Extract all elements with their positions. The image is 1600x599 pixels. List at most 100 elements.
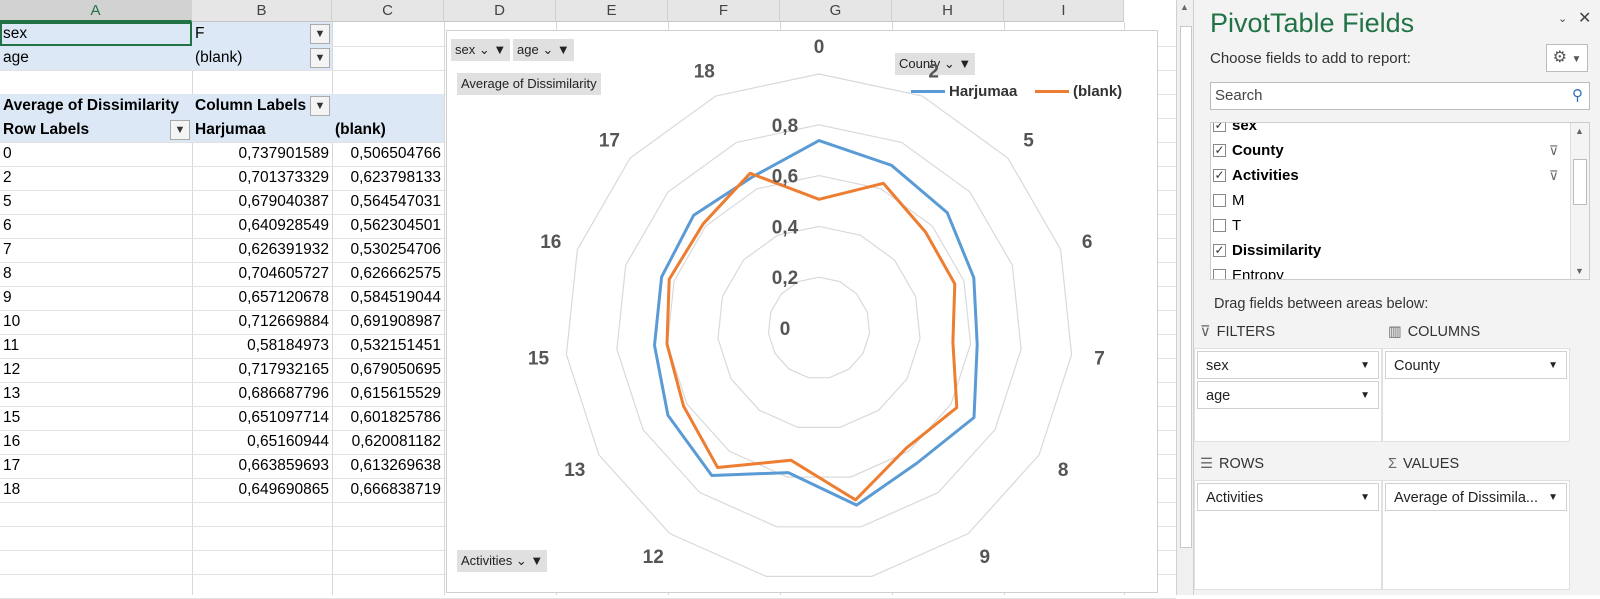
checkbox[interactable]: ✓: [1213, 169, 1226, 182]
value-cell[interactable]: 0,712669884: [192, 310, 332, 334]
filter-field-label[interactable]: age: [0, 46, 192, 70]
value-cell[interactable]: 0,663859693: [192, 454, 332, 478]
chevron-down-icon[interactable]: ▼: [1548, 484, 1558, 512]
filter-dropdown-icon[interactable]: ▼: [310, 96, 330, 116]
value-cell[interactable]: 0,58184973: [192, 334, 332, 358]
row-label-cell[interactable]: 13: [0, 382, 192, 406]
values-label-cell[interactable]: Average of Dissimilarity: [0, 94, 192, 118]
row-labels-cell[interactable]: Row Labels: [0, 118, 192, 142]
chevron-down-icon[interactable]: ▼: [1360, 352, 1370, 380]
filters-area[interactable]: ⊽ FILTERS sex ▼ age ▼: [1194, 316, 1382, 442]
close-icon[interactable]: ✕: [1578, 8, 1591, 28]
value-cell[interactable]: 0,584519044: [332, 286, 444, 310]
checkbox[interactable]: [1213, 219, 1226, 232]
value-cell[interactable]: 0,657120678: [192, 286, 332, 310]
value-cell[interactable]: 0,506504766: [332, 142, 444, 166]
chevron-down-icon[interactable]: ▼: [1548, 352, 1558, 380]
scroll-up-icon[interactable]: ▲: [1575, 126, 1584, 136]
row-label-cell[interactable]: 10: [0, 310, 192, 334]
value-cell[interactable]: 0,666838719: [332, 478, 444, 502]
field-item-m[interactable]: M: [1211, 188, 1551, 213]
rows-area-item[interactable]: Activities ▼: [1197, 483, 1379, 511]
scroll-thumb[interactable]: [1573, 159, 1587, 205]
filter-dropdown-icon[interactable]: ▼: [310, 48, 330, 68]
value-cell[interactable]: 0,737901589: [192, 142, 332, 166]
series-header-cell[interactable]: (blank): [332, 118, 444, 142]
value-cell[interactable]: 0,640928549: [192, 214, 332, 238]
column-header-i[interactable]: I: [1004, 0, 1124, 22]
checkbox[interactable]: ✓: [1213, 244, 1226, 257]
scroll-up-icon[interactable]: ▲: [1180, 2, 1189, 12]
checkbox[interactable]: ✓: [1213, 123, 1226, 132]
row-label-cell[interactable]: 5: [0, 190, 192, 214]
column-header-b[interactable]: B: [192, 0, 332, 22]
checkbox[interactable]: [1213, 269, 1226, 279]
row-label-cell[interactable]: 16: [0, 430, 192, 454]
value-cell[interactable]: 0,620081182: [332, 430, 444, 454]
columns-area[interactable]: ▥ COLUMNS County ▼: [1382, 316, 1570, 442]
value-cell[interactable]: 0,601825786: [332, 406, 444, 430]
radar-chart[interactable]: sex ⌄ ▼ age ⌄ ▼ Average of Dissimilarity…: [446, 30, 1158, 593]
column-header-h[interactable]: H: [892, 0, 1004, 22]
row-label-cell[interactable]: 8: [0, 262, 192, 286]
chevron-down-icon[interactable]: ▼: [1360, 382, 1370, 410]
values-drop-zone[interactable]: Average of Dissimila... ▼: [1382, 480, 1570, 590]
column-header-a[interactable]: A: [0, 0, 192, 22]
filter-field-label[interactable]: sex: [0, 22, 192, 46]
rows-drop-zone[interactable]: Activities ▼: [1194, 480, 1382, 590]
rows-area[interactable]: ☰ ROWS Activities ▼: [1194, 448, 1382, 590]
row-label-cell[interactable]: 7: [0, 238, 192, 262]
columns-drop-zone[interactable]: County ▼: [1382, 348, 1570, 442]
row-label-cell[interactable]: 0: [0, 142, 192, 166]
column-header-e[interactable]: E: [556, 0, 668, 22]
series-header-cell[interactable]: Harjumaa: [192, 118, 332, 142]
value-cell[interactable]: 0,701373329: [192, 166, 332, 190]
values-area-item[interactable]: Average of Dissimila... ▼: [1385, 483, 1567, 511]
row-label-cell[interactable]: 9: [0, 286, 192, 310]
field-item-t[interactable]: T: [1211, 213, 1551, 238]
value-cell[interactable]: 0,717932165: [192, 358, 332, 382]
filters-drop-zone[interactable]: sex ▼ age ▼: [1194, 348, 1382, 442]
field-list[interactable]: ▲ ▼ ✓ sex ✓ County ⊽ ✓ Activities ⊽ M T ✓ Dissimila…: [1210, 122, 1590, 280]
columns-area-item[interactable]: County ▼: [1385, 351, 1567, 379]
column-header-c[interactable]: C: [332, 0, 444, 22]
field-item-entropy[interactable]: Entropy: [1211, 263, 1551, 279]
value-cell[interactable]: 0,564547031: [332, 190, 444, 214]
column-header-g[interactable]: G: [780, 0, 892, 22]
filters-area-item[interactable]: sex ▼: [1197, 351, 1379, 379]
value-cell[interactable]: 0,65160944: [192, 430, 332, 454]
row-label-cell[interactable]: 18: [0, 478, 192, 502]
row-label-cell[interactable]: 12: [0, 358, 192, 382]
value-cell[interactable]: 0,562304501: [332, 214, 444, 238]
value-cell[interactable]: 0,532151451: [332, 334, 444, 358]
value-cell[interactable]: 0,649690865: [192, 478, 332, 502]
value-cell[interactable]: 0,626391932: [192, 238, 332, 262]
field-search-input[interactable]: Search ⚲: [1210, 82, 1590, 110]
column-header-f[interactable]: F: [668, 0, 780, 22]
field-item-dissimilarity[interactable]: ✓ Dissimilarity: [1211, 238, 1551, 263]
sheet-vertical-scrollbar[interactable]: ▲: [1176, 0, 1194, 595]
checkbox[interactable]: ✓: [1213, 144, 1226, 157]
field-item-sex[interactable]: ✓ sex: [1211, 123, 1551, 138]
field-item-activities[interactable]: ✓ Activities ⊽: [1211, 163, 1559, 188]
field-item-county[interactable]: ✓ County ⊽: [1211, 138, 1559, 163]
chevron-down-icon[interactable]: ▼: [1360, 484, 1370, 512]
pane-settings-button[interactable]: ⚙ ▼: [1546, 44, 1588, 72]
scroll-thumb[interactable]: [1180, 26, 1192, 548]
value-cell[interactable]: 0,530254706: [332, 238, 444, 262]
row-label-cell[interactable]: 15: [0, 406, 192, 430]
value-cell[interactable]: 0,623798133: [332, 166, 444, 190]
row-label-cell[interactable]: 6: [0, 214, 192, 238]
pane-menu-chevron-icon[interactable]: ⌄: [1558, 12, 1567, 25]
scroll-down-icon[interactable]: ▼: [1575, 266, 1584, 276]
value-cell[interactable]: 0,679040387: [192, 190, 332, 214]
column-header-d[interactable]: D: [444, 0, 556, 22]
value-cell[interactable]: 0,691908987: [332, 310, 444, 334]
row-label-cell[interactable]: 17: [0, 454, 192, 478]
values-area[interactable]: Σ VALUES Average of Dissimila... ▼: [1382, 448, 1570, 590]
row-label-cell[interactable]: 11: [0, 334, 192, 358]
filter-dropdown-icon[interactable]: ▼: [310, 24, 330, 44]
value-cell[interactable]: 0,651097714: [192, 406, 332, 430]
filter-dropdown-icon[interactable]: ▼: [170, 120, 190, 140]
value-cell[interactable]: 0,626662575: [332, 262, 444, 286]
